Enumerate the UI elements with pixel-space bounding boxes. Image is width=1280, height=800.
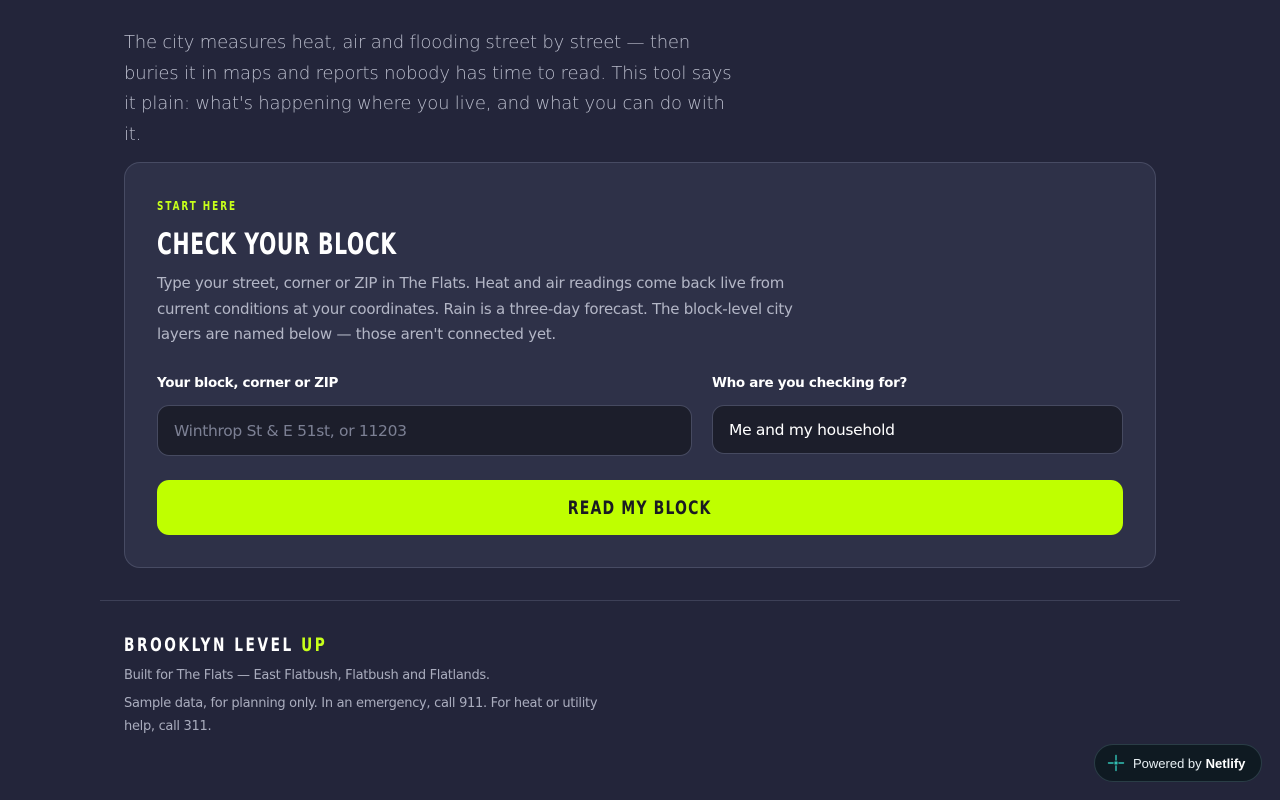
read-my-block-button[interactable]: READ MY BLOCK (157, 480, 1123, 535)
eyebrow-label: START HERE (157, 199, 238, 213)
who-field-label: Who are you checking for? (712, 375, 907, 391)
netlify-prefix: Powered by (1133, 755, 1202, 771)
read-my-block-label: READ MY BLOCK (568, 496, 712, 519)
block-input[interactable] (157, 405, 692, 456)
card-title: CHECK YOUR BLOCK (157, 227, 397, 261)
footer-brand: BROOKLYN LEVEL UP (124, 634, 327, 656)
netlify-icon (1107, 754, 1125, 772)
netlify-name: Netlify (1205, 755, 1246, 771)
intro-text: The city measures heat, air and flooding… (124, 32, 732, 145)
brand-main: BROOKLYN LEVEL (124, 634, 302, 656)
netlify-badge[interactable]: Powered by Netlify (1094, 744, 1262, 782)
who-select[interactable]: Me and my household (712, 405, 1123, 454)
footer-divider (100, 600, 1180, 601)
who-select-value: Me and my household (729, 420, 895, 439)
brand-accent: UP (301, 634, 328, 656)
card-description: Type your street, corner or ZIP in The F… (157, 274, 793, 343)
footer-line-2: Sample data, for planning only. In an em… (124, 696, 598, 734)
footer-line-1: Built for The Flats — East Flatbush, Fla… (124, 668, 490, 683)
check-block-card: START HERE CHECK YOUR BLOCK Type your st… (124, 162, 1156, 568)
block-field-label: Your block, corner or ZIP (157, 375, 339, 391)
